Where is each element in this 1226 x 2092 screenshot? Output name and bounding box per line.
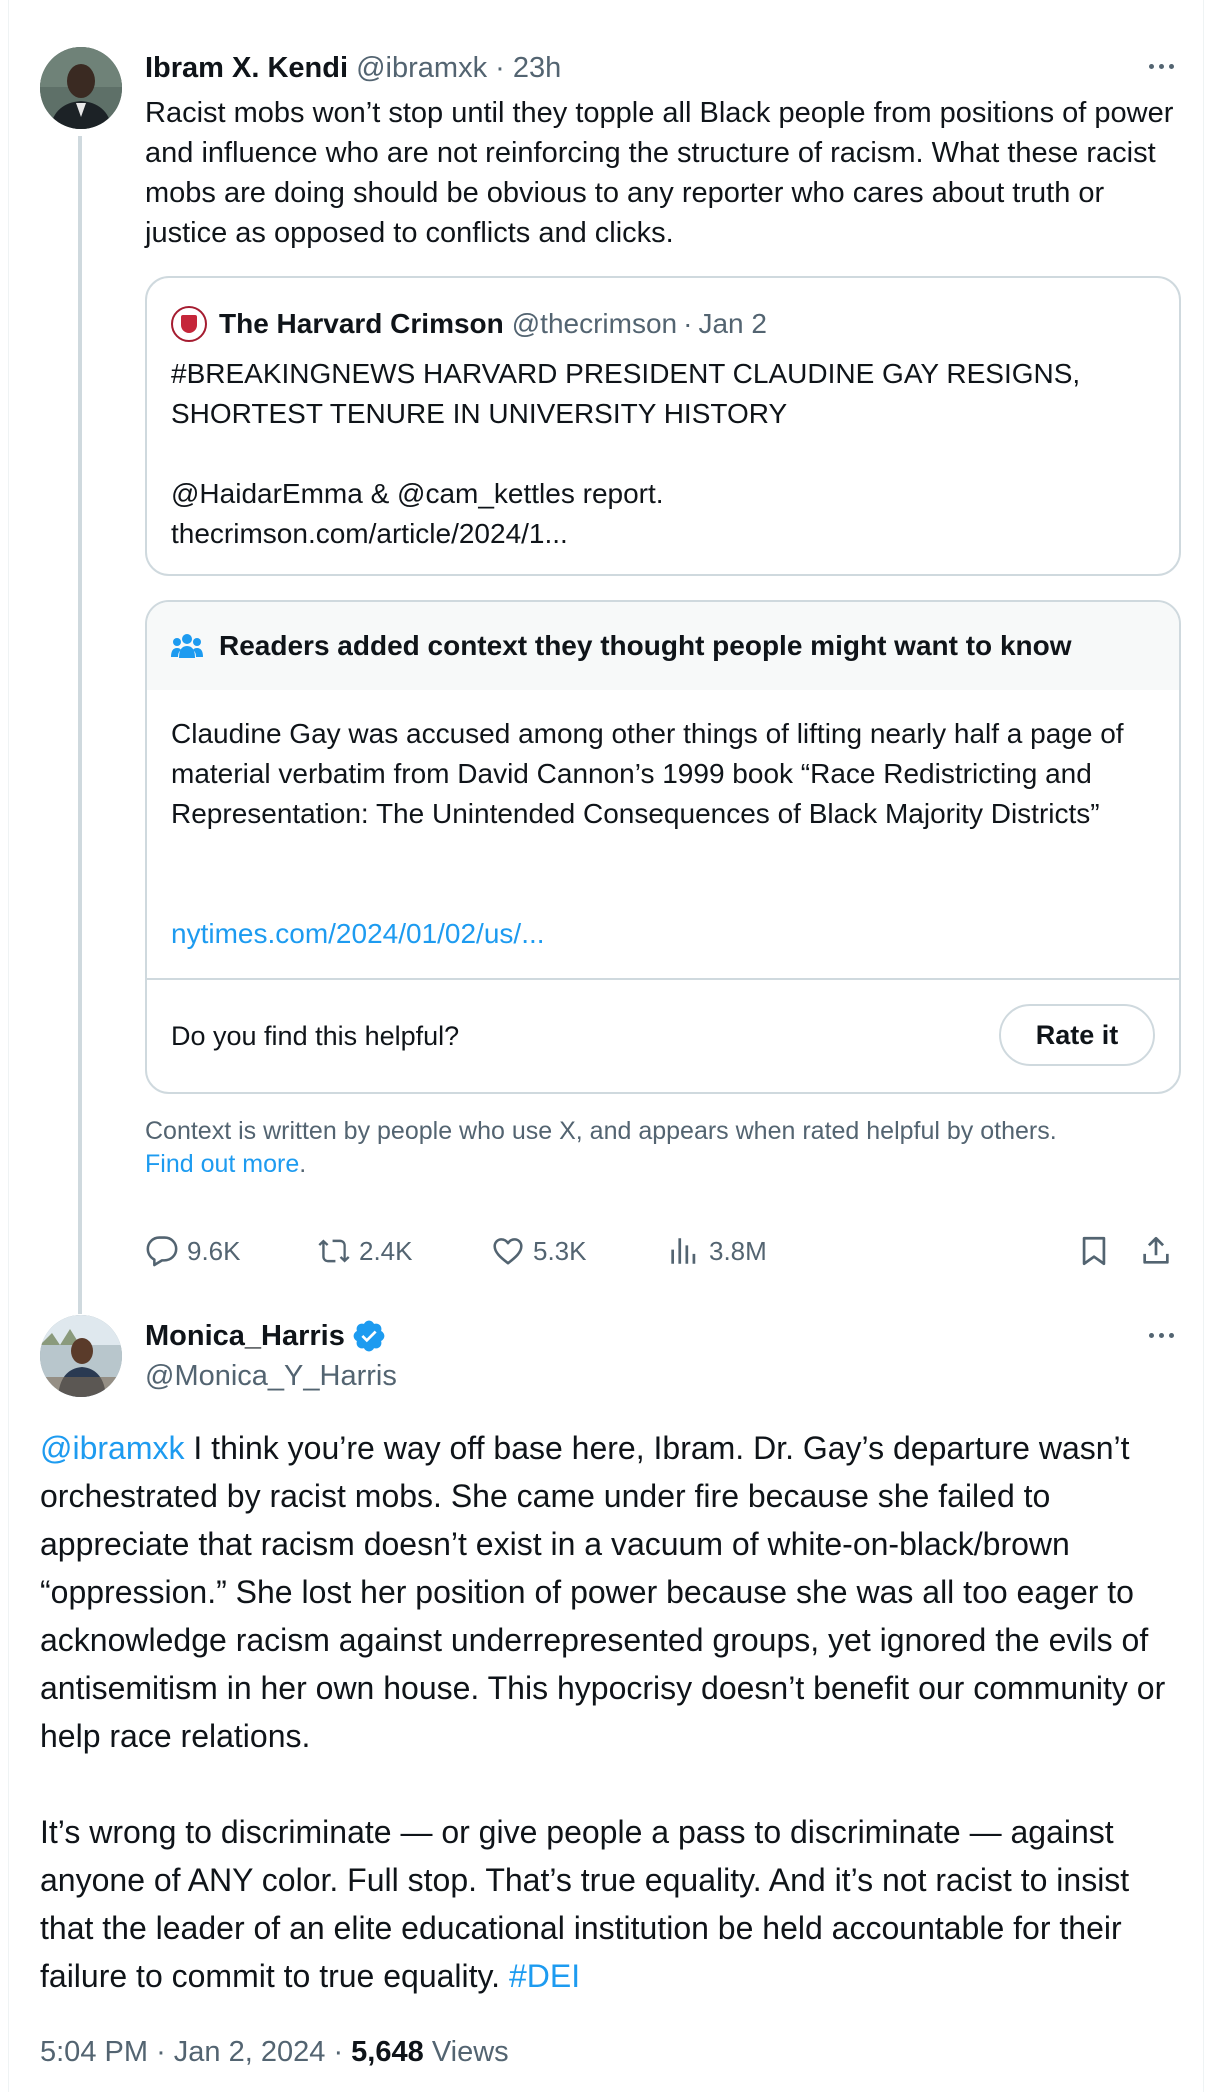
reply-icon (146, 1236, 178, 1267)
context-info: Context is written by people who use X, … (145, 1115, 1185, 1181)
tweet-time[interactable]: 5:04 PM (40, 2036, 148, 2068)
tweet-date[interactable]: Jan 2, 2024 (174, 2036, 326, 2068)
views-label: Views (431, 2036, 509, 2068)
bookmark-button[interactable] (1077, 1231, 1119, 1271)
quoted-tweet-text: #BREAKINGNEWS HARVARD PRESIDENT CLAUDINE… (171, 358, 1081, 549)
period: . (299, 1150, 307, 1178)
quoted-date: Jan 2 (698, 308, 767, 339)
dot-icon (1158, 1332, 1164, 1338)
tweet-header: Ibram X. Kendi @ibramxk · 23h (145, 50, 561, 86)
quoted-author-handle: @thecrimson (511, 308, 678, 339)
timeline: Ibram X. Kendi @ibramxk · 23h Racist mob… (8, 0, 1204, 2092)
dot-icon (1168, 63, 1174, 69)
analytics-icon (671, 1238, 696, 1264)
context-info-text: Context is written by people who use X, … (145, 1117, 1057, 1145)
community-note: Readers added context they thought peopl… (145, 600, 1181, 1094)
tweet-paragraph-text: It’s wrong to discriminate — or give peo… (40, 1814, 1130, 1994)
quoted-tweet-header: The Harvard Crimson @thecrimson · Jan 2 (171, 306, 767, 342)
avatar[interactable] (40, 1315, 122, 1397)
avatar-photo (40, 47, 122, 129)
tweet-paragraph-text: I think you’re way off base here, Ibram.… (40, 1430, 1166, 1754)
helpful-question: Do you find this helpful? (171, 1021, 460, 1051)
community-note-body: Claudine Gay was accused among other thi… (171, 718, 1124, 829)
like-count: 5.3K (533, 1235, 587, 1266)
repost-count: 2.4K (359, 1235, 413, 1266)
view-count: 3.8M (709, 1235, 767, 1266)
crimson-logo-icon (171, 306, 207, 342)
author-name-text: Monica_Harris (145, 1320, 345, 1352)
repost-button[interactable]: 2.4K (317, 1231, 413, 1271)
share-button[interactable] (1139, 1231, 1181, 1271)
author-handle[interactable]: @Monica_Y_Harris (145, 1358, 397, 1394)
community-note-title: Readers added context they thought peopl… (219, 630, 1072, 661)
find-out-more-link[interactable]: Find out more (145, 1150, 299, 1178)
tweet-text: Racist mobs won’t stop until they topple… (145, 97, 1174, 249)
thread-line (78, 136, 82, 1314)
dot-icon (1168, 1332, 1174, 1338)
bookmark-icon (1082, 1236, 1106, 1266)
mention-link[interactable]: @ibramxk (40, 1430, 185, 1466)
verified-badge-icon[interactable] (351, 1318, 387, 1354)
heart-icon (493, 1238, 523, 1265)
tweet-paragraph: @ibramxk I think you’re way off base her… (40, 1424, 1190, 1760)
author-handle[interactable]: @ibramxk (356, 52, 487, 84)
dot-icon (1158, 63, 1164, 69)
more-options-button[interactable] (1141, 48, 1181, 84)
dot-icon (1148, 63, 1154, 69)
more-options-button[interactable] (1141, 1317, 1181, 1353)
hashtag-link[interactable]: #DEI (509, 1958, 580, 1994)
avatar[interactable] (40, 47, 122, 129)
dot-icon (1148, 1332, 1154, 1338)
avatar-photo (40, 1315, 122, 1397)
separator: · (333, 2036, 344, 2068)
action-bar: 9.6K 2.4K 5.3K 3.8M (145, 1231, 1185, 1271)
separator: · (683, 308, 693, 339)
people-icon (171, 634, 203, 658)
author-name[interactable]: Ibram X. Kendi (145, 52, 348, 84)
reply-button[interactable]: 9.6K (145, 1231, 241, 1271)
reply-count: 9.6K (187, 1235, 241, 1266)
author-name[interactable]: Monica_Harris (145, 1318, 387, 1354)
quoted-tweet[interactable]: The Harvard Crimson @thecrimson · Jan 2 … (145, 276, 1181, 576)
separator: · (495, 52, 505, 84)
like-button[interactable]: 5.3K (491, 1231, 587, 1271)
quoted-author-name: The Harvard Crimson (219, 308, 504, 339)
divider (147, 978, 1179, 980)
tweet-text: @ibramxk I think you’re way off base her… (40, 1424, 1190, 2048)
separator: · (156, 2036, 166, 2068)
tweet-metadata: 5:04 PM · Jan 2, 2024 · 5,648 Views (40, 2032, 509, 2072)
tweet-paragraph: It’s wrong to discriminate — or give peo… (40, 1808, 1190, 2000)
community-note-link[interactable]: nytimes.com/2024/01/02/us/... (171, 914, 545, 954)
community-note-header: Readers added context they thought peopl… (147, 602, 1179, 690)
views-count: 5,648 (351, 2036, 424, 2068)
repost-icon (318, 1239, 350, 1263)
rate-it-button[interactable]: Rate it (999, 1004, 1155, 1066)
share-icon (1143, 1236, 1169, 1264)
tweet-kendi[interactable]: Ibram X. Kendi @ibramxk · 23h Racist mob… (9, 0, 1205, 1314)
timestamp[interactable]: 23h (513, 52, 561, 84)
views-button[interactable]: 3.8M (667, 1231, 767, 1271)
